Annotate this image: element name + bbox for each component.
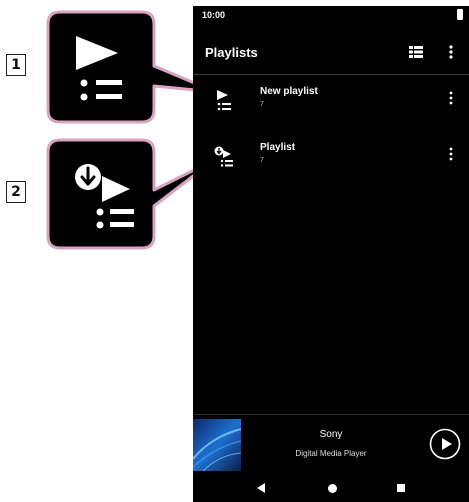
status-time: 10:00 [202, 10, 226, 20]
divider [193, 74, 469, 75]
list-view-icon[interactable] [409, 46, 423, 58]
app-bar: Playlists [193, 32, 469, 70]
callout-bubble-1 [46, 10, 218, 124]
playlist-icon [217, 90, 231, 111]
playlist-count: 7 [260, 157, 264, 164]
page-title: Playlists [205, 45, 258, 60]
recent-apps-icon[interactable] [397, 484, 405, 492]
more-vert-icon[interactable] [448, 44, 454, 60]
now-playing-subtitle: Digital Media Player [295, 449, 367, 458]
battery-icon [457, 9, 463, 20]
callout-bubble-2 [46, 138, 216, 250]
status-bar: 10:00 [193, 6, 469, 26]
playlist-row[interactable]: Playlist 7 [193, 140, 469, 188]
nav-bar [193, 474, 469, 502]
phone-screen: 10:00 Playlists New playlist 7 Playlist … [193, 6, 469, 502]
more-vert-icon[interactable] [448, 146, 454, 162]
now-playing-title: Sony [319, 429, 343, 440]
play-icon[interactable] [429, 428, 461, 460]
playlist-name: New playlist [260, 86, 318, 97]
playlist-row[interactable]: New playlist 7 [193, 84, 469, 132]
mini-player[interactable]: Sony Digital Media Player [193, 414, 469, 473]
home-icon[interactable] [328, 484, 337, 493]
downloaded-playlist-icon [214, 146, 233, 167]
playlist-count: 7 [260, 101, 264, 108]
more-vert-icon[interactable] [448, 90, 454, 106]
back-icon[interactable] [257, 483, 266, 493]
playlist-name: Playlist [260, 142, 296, 153]
album-art [193, 419, 241, 471]
